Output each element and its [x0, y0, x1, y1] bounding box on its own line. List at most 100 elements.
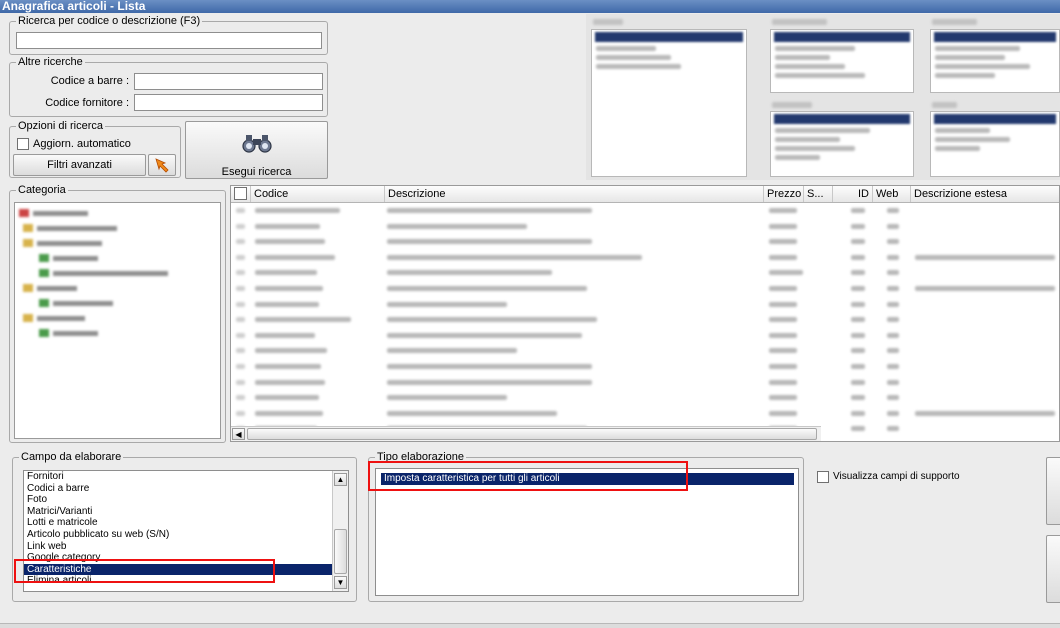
column-header-descrizione-estesa[interactable]: Descrizione estesa	[911, 186, 1059, 202]
column-header-descrizione[interactable]: Descrizione	[385, 186, 764, 202]
column-header-id[interactable]: ID	[833, 186, 873, 202]
table-row[interactable]	[231, 265, 1059, 280]
scroll-left-button[interactable]: ◀	[232, 428, 245, 440]
barcode-input[interactable]	[134, 73, 323, 90]
table-cell	[887, 348, 899, 354]
table-row[interactable]	[231, 297, 1059, 312]
search-group: Ricerca per codice o descrizione (F3)	[9, 15, 328, 55]
search-input[interactable]	[16, 32, 322, 49]
table-cell	[387, 317, 597, 323]
row-checkbox[interactable]	[236, 270, 245, 276]
filter-panel-title	[932, 19, 977, 25]
hscroll-thumb[interactable]	[247, 428, 817, 440]
row-checkbox[interactable]	[236, 332, 245, 338]
table-cell	[255, 270, 317, 276]
category-tree[interactable]	[14, 202, 221, 439]
table-cell	[387, 348, 517, 354]
row-checkbox[interactable]	[236, 223, 245, 229]
side-action-button[interactable]	[1046, 457, 1060, 525]
filter-list-3[interactable]	[930, 29, 1060, 93]
row-checkbox[interactable]	[236, 348, 245, 354]
tree-node[interactable]	[19, 209, 88, 217]
other-search-group: Altre ricerche Codice a barre : Codice f…	[9, 56, 328, 117]
filter-action-button[interactable]	[148, 154, 176, 176]
supplier-code-input[interactable]	[134, 94, 323, 111]
filter-list-1[interactable]	[591, 29, 747, 177]
column-header-web[interactable]: Web	[873, 186, 911, 202]
field-list-scrollbar[interactable]: ▲ ▼	[332, 471, 348, 591]
table-cell	[255, 317, 351, 323]
support-fields-checkbox[interactable]	[817, 471, 829, 483]
row-checkbox[interactable]	[236, 364, 245, 369]
row-checkbox[interactable]	[236, 395, 245, 401]
table-row[interactable]	[231, 406, 1059, 421]
tree-node[interactable]	[39, 269, 168, 277]
table-row[interactable]	[231, 219, 1059, 234]
table-row[interactable]	[231, 250, 1059, 265]
field-list-item[interactable]: Lotti e matricole	[24, 517, 332, 529]
row-checkbox[interactable]	[236, 317, 245, 323]
auto-update-checkbox[interactable]	[17, 138, 29, 150]
grid-hscrollbar[interactable]: ◀	[231, 426, 821, 441]
tree-node[interactable]	[23, 224, 117, 232]
table-row[interactable]	[231, 234, 1059, 249]
search-options-group: Opzioni di ricerca Aggiorn. automatico F…	[9, 120, 181, 178]
column-header-s[interactable]: S...	[804, 186, 833, 202]
row-checkbox[interactable]	[236, 301, 245, 307]
field-list-item[interactable]: Articolo pubblicato su web (S/N)	[24, 529, 332, 541]
table-cell	[387, 364, 592, 369]
run-search-button[interactable]: Esegui ricerca	[185, 121, 328, 179]
table-row[interactable]	[231, 203, 1059, 218]
table-cell	[769, 254, 797, 260]
column-header-prezzo[interactable]: Prezzo	[764, 186, 804, 202]
advanced-filters-button[interactable]: Filtri avanzati	[13, 154, 146, 176]
arrow-pointer-icon	[155, 158, 169, 173]
scroll-up-button[interactable]: ▲	[334, 473, 347, 486]
row-checkbox[interactable]	[236, 254, 245, 260]
scroll-down-button[interactable]: ▼	[334, 576, 347, 589]
field-list-item[interactable]: Foto	[24, 494, 332, 506]
table-row[interactable]	[231, 312, 1059, 327]
supplier-code-label: Codice fornitore :	[45, 97, 129, 109]
filter-list-2[interactable]	[770, 29, 914, 93]
table-row[interactable]	[231, 343, 1059, 358]
table-cell	[255, 332, 315, 338]
tree-node[interactable]	[23, 314, 85, 322]
row-checkbox[interactable]	[236, 379, 245, 385]
table-row[interactable]	[231, 281, 1059, 296]
column-header-codice[interactable]: Codice	[251, 186, 385, 202]
field-list-item[interactable]: Codici a barre	[24, 483, 332, 495]
tree-node[interactable]	[23, 284, 77, 292]
table-row[interactable]	[231, 390, 1059, 405]
tree-node[interactable]	[39, 254, 98, 262]
row-checkbox[interactable]	[236, 286, 245, 291]
grid-select-all[interactable]	[231, 186, 251, 202]
filter-list-5[interactable]	[930, 111, 1060, 177]
table-cell	[387, 395, 507, 401]
table-cell	[887, 239, 899, 245]
articles-grid[interactable]: Codice Descrizione Prezzo S... ID Web De…	[230, 185, 1060, 442]
table-cell	[851, 317, 865, 323]
table-cell	[851, 208, 865, 213]
row-checkbox[interactable]	[236, 239, 245, 245]
row-checkbox[interactable]	[236, 208, 245, 213]
tree-node[interactable]	[39, 299, 113, 307]
field-list-item[interactable]: Fornitori	[24, 471, 332, 483]
table-row[interactable]	[231, 359, 1059, 374]
filter-panel-title	[932, 102, 957, 108]
select-all-checkbox[interactable]	[234, 187, 247, 200]
tree-node[interactable]	[39, 329, 98, 337]
filter-list-4[interactable]	[770, 111, 914, 177]
tree-node[interactable]	[23, 239, 102, 247]
table-cell	[387, 254, 642, 260]
table-cell	[887, 254, 899, 260]
field-list-item[interactable]: Matrici/Varianti	[24, 506, 332, 518]
field-list-item[interactable]: Link web	[24, 541, 332, 553]
side-action-button[interactable]	[1046, 535, 1060, 603]
table-row[interactable]	[231, 375, 1059, 390]
field-list-scroll-thumb[interactable]	[334, 529, 347, 574]
table-cell	[769, 208, 797, 213]
row-checkbox[interactable]	[236, 410, 245, 416]
table-row[interactable]	[231, 328, 1059, 343]
grid-header: Codice Descrizione Prezzo S... ID Web De…	[231, 186, 1059, 203]
